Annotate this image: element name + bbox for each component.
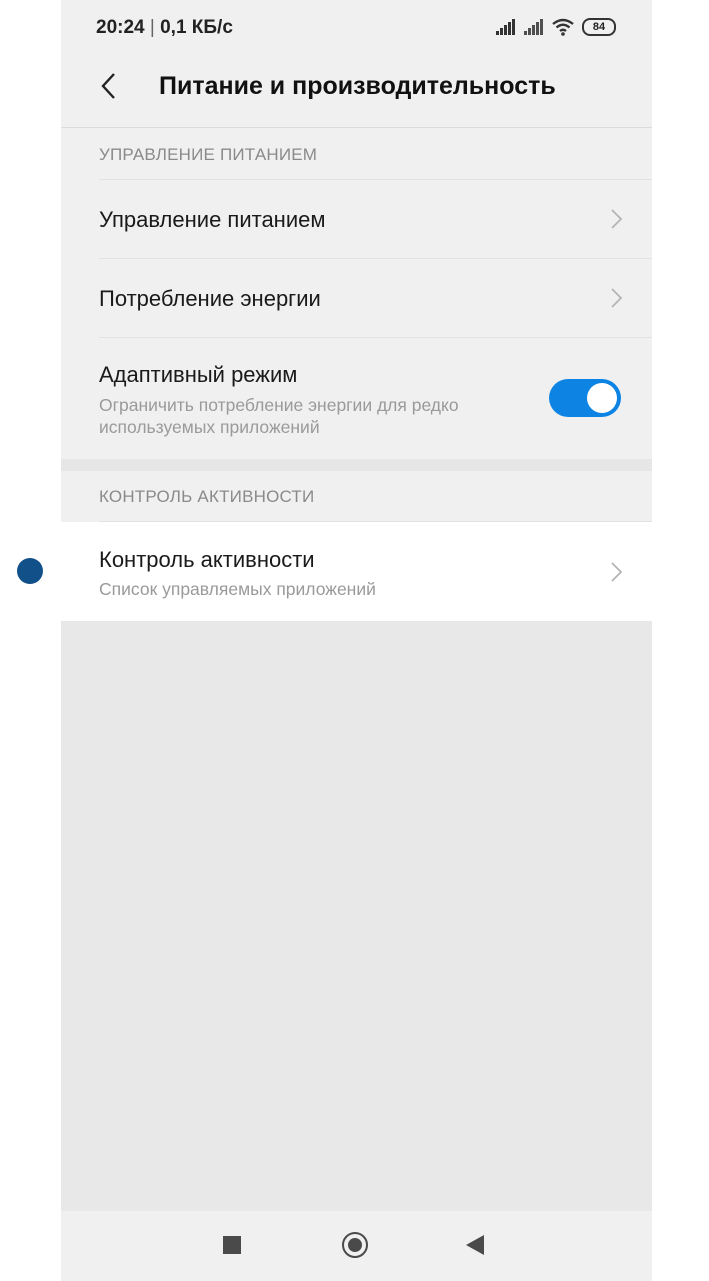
phone-screen: 20:24 | 0,1 КБ/с 84 Питание и производит… [61,0,652,1281]
header-divider [61,127,652,128]
item-title: Контроль активности [99,547,315,572]
battery-icon: 84 [582,18,616,36]
section-separator [61,459,652,471]
home-dot [348,1238,362,1252]
item-title: Потребление энергии [99,286,321,311]
chevron-left-icon [101,73,115,99]
page-title: Питание и производительность [159,72,556,100]
wifi-icon [552,18,574,36]
chevron-right-icon [611,562,623,582]
signal-icon [524,19,544,35]
navigation-bar [61,1211,652,1281]
recents-square-icon[interactable] [223,1236,241,1254]
toggle-knob [587,383,617,413]
section-heading-power: УПРАВЛЕНИЕ ПИТАНИЕМ [99,145,318,164]
network-speed: 0,1 КБ/с [160,17,233,38]
status-time-speed: 20:24 | 0,1 КБ/с [96,17,233,39]
chevron-right-icon [611,209,623,229]
section-heading-activity: КОНТРОЛЬ АКТИВНОСТИ [99,487,315,506]
empty-area [61,621,652,1211]
chevron-right-icon [611,288,623,308]
item-title: Адаптивный режим [99,362,298,387]
list-item-power-management[interactable]: Управление питанием [61,180,652,258]
app-header: Питание и производительность [61,56,652,126]
item-subtitle: Список управляемых приложений [99,579,376,599]
item-title: Управление питанием [99,207,326,232]
back-triangle-icon[interactable] [466,1235,484,1255]
back-button[interactable] [93,70,123,102]
list-item-activity-control[interactable]: Контроль активности Список управляемых п… [61,522,652,621]
adaptive-mode-toggle[interactable] [549,379,621,417]
status-separator: | [144,17,161,38]
list-item-energy-consumption[interactable]: Потребление энергии [61,259,652,337]
status-icons: 84 [488,17,616,37]
home-circle-icon[interactable] [342,1232,368,1258]
list-item-adaptive-mode[interactable]: Адаптивный режим Ограничить потребление … [61,338,652,458]
touch-indicator [17,558,43,584]
status-bar: 20:24 | 0,1 КБ/с 84 [61,0,652,56]
item-subtitle: Ограничить потребление энергии для редко… [99,395,459,437]
signal-icon [496,19,516,35]
status-time: 20:24 [96,17,145,38]
